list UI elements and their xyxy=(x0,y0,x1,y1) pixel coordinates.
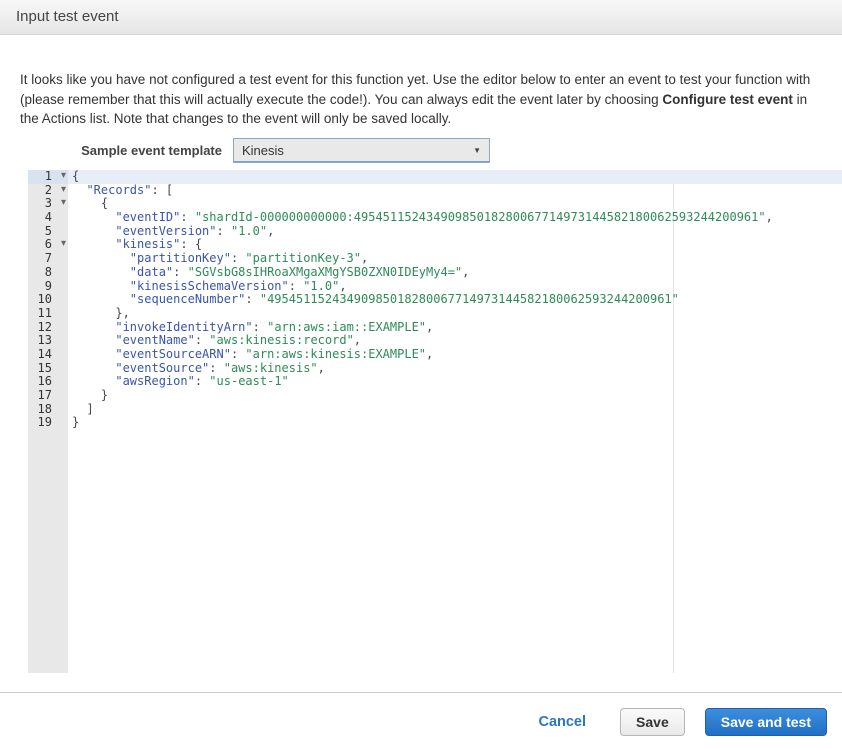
code-line: "Records": [ xyxy=(68,184,842,198)
line-number: 8 xyxy=(28,266,68,280)
code-line: "kinesis": { xyxy=(68,238,842,252)
event-json-editor[interactable]: 1▾2▾3▾456▾78910111213141516171819 { "Rec… xyxy=(28,170,842,673)
dialog-header: Input test event xyxy=(0,0,842,35)
code-line: ] xyxy=(68,403,842,417)
code-line: "awsRegion": "us-east-1" xyxy=(68,375,842,389)
code-line: "eventSourceARN": "arn:aws:kinesis:EXAMP… xyxy=(68,348,842,362)
code-line: "sequenceNumber": "495451152434909850182… xyxy=(68,293,842,307)
code-line: "data": "SGVsbG8sIHRoaXMgaXMgYSB0ZXN0IDE… xyxy=(68,266,842,280)
line-number: 4 xyxy=(28,211,68,225)
line-number: 11 xyxy=(28,307,68,321)
line-number: 19 xyxy=(28,416,68,430)
line-number: 15 xyxy=(28,362,68,376)
cancel-button[interactable]: Cancel xyxy=(538,714,586,730)
code-line: "eventID": "shardId-000000000000:4954511… xyxy=(68,211,842,225)
sample-template-label: Sample event template xyxy=(20,143,222,158)
line-number: 2▾ xyxy=(28,184,68,198)
fold-icon[interactable]: ▾ xyxy=(61,237,66,251)
chevron-down-icon: ▼ xyxy=(473,147,481,155)
code-line: "eventName": "aws:kinesis:record", xyxy=(68,334,842,348)
code-line: } xyxy=(68,389,842,403)
code-line: }, xyxy=(68,307,842,321)
fold-icon[interactable]: ▾ xyxy=(61,196,66,210)
line-number: 6▾ xyxy=(28,238,68,252)
code-line: } xyxy=(68,416,842,430)
line-number: 1▾ xyxy=(28,170,68,184)
code-line: { xyxy=(68,170,842,184)
line-number: 5 xyxy=(28,225,68,239)
code-line: { xyxy=(68,197,842,211)
line-number: 10 xyxy=(28,293,68,307)
line-number: 17 xyxy=(28,389,68,403)
selected-template-value: Kinesis xyxy=(234,143,284,158)
code-line: "partitionKey": "partitionKey-3", xyxy=(68,252,842,266)
fold-icon[interactable]: ▾ xyxy=(61,183,66,197)
line-number: 7 xyxy=(28,252,68,266)
code-line: "eventVersion": "1.0", xyxy=(68,225,842,239)
line-number: 18 xyxy=(28,403,68,417)
line-number: 16 xyxy=(28,375,68,389)
code-line: "invokeIdentityArn": "arn:aws:iam::EXAMP… xyxy=(68,321,842,335)
line-number: 14 xyxy=(28,348,68,362)
save-button[interactable]: Save xyxy=(620,708,685,736)
line-number: 13 xyxy=(28,334,68,348)
sample-event-template-select[interactable]: Kinesis ▼ xyxy=(233,138,490,163)
code-line: "eventSource": "aws:kinesis", xyxy=(68,362,842,376)
line-number: 12 xyxy=(28,321,68,335)
sample-template-row: Sample event template Kinesis ▼ xyxy=(20,138,490,163)
editor-gutter: 1▾2▾3▾456▾78910111213141516171819 xyxy=(28,170,68,673)
editor-code[interactable]: { "Records": [ { "eventID": "shardId-000… xyxy=(68,170,842,673)
dialog-footer: Cancel Save Save and test xyxy=(0,692,842,750)
intro-text-bold: Configure test event xyxy=(662,92,793,107)
intro-text: It looks like you have not configured a … xyxy=(20,70,820,129)
fold-icon[interactable]: ▾ xyxy=(61,169,66,183)
line-number: 9 xyxy=(28,280,68,294)
line-number: 3▾ xyxy=(28,197,68,211)
save-and-test-button[interactable]: Save and test xyxy=(705,708,827,736)
page-title: Input test event xyxy=(16,8,119,25)
code-line: "kinesisSchemaVersion": "1.0", xyxy=(68,280,842,294)
